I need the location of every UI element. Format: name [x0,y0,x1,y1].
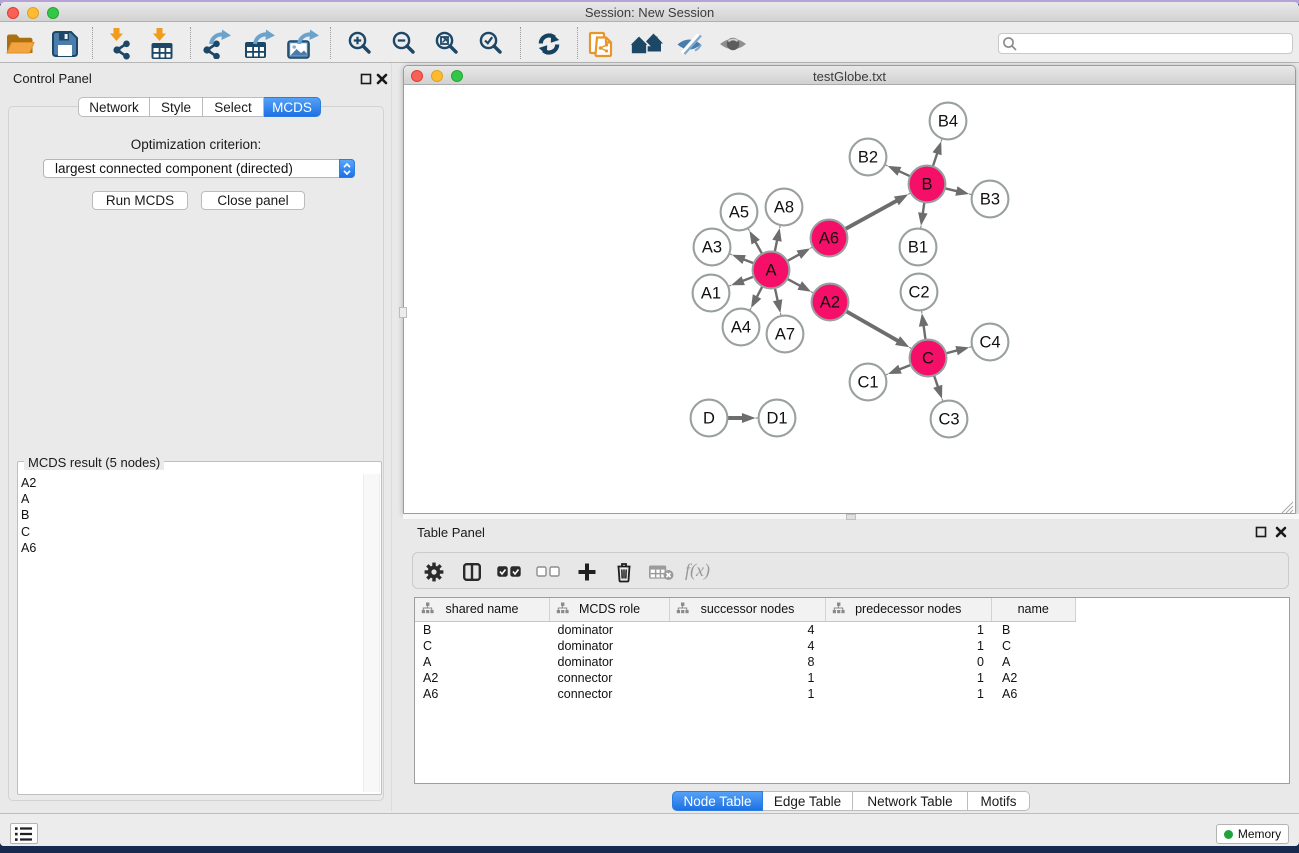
svg-text:D: D [703,410,715,428]
svg-text:A7: A7 [775,326,795,344]
svg-text:A3: A3 [702,239,722,257]
svg-text:B2: B2 [858,149,878,167]
svg-text:A: A [765,262,776,280]
svg-text:C: C [922,350,934,368]
svg-text:A2: A2 [820,294,840,312]
svg-text:B4: B4 [938,113,958,131]
svg-text:B3: B3 [980,191,1000,209]
svg-text:B: B [921,176,932,194]
svg-text:C4: C4 [979,334,1000,352]
svg-text:A4: A4 [731,319,751,337]
svg-text:A5: A5 [729,204,749,222]
svg-text:B1: B1 [908,239,928,257]
svg-text:A1: A1 [701,285,721,303]
svg-text:C1: C1 [857,374,878,392]
svg-text:D1: D1 [766,410,787,428]
svg-text:A6: A6 [819,230,839,248]
svg-text:A8: A8 [774,199,794,217]
svg-text:C3: C3 [938,411,959,429]
svg-text:C2: C2 [908,284,929,302]
